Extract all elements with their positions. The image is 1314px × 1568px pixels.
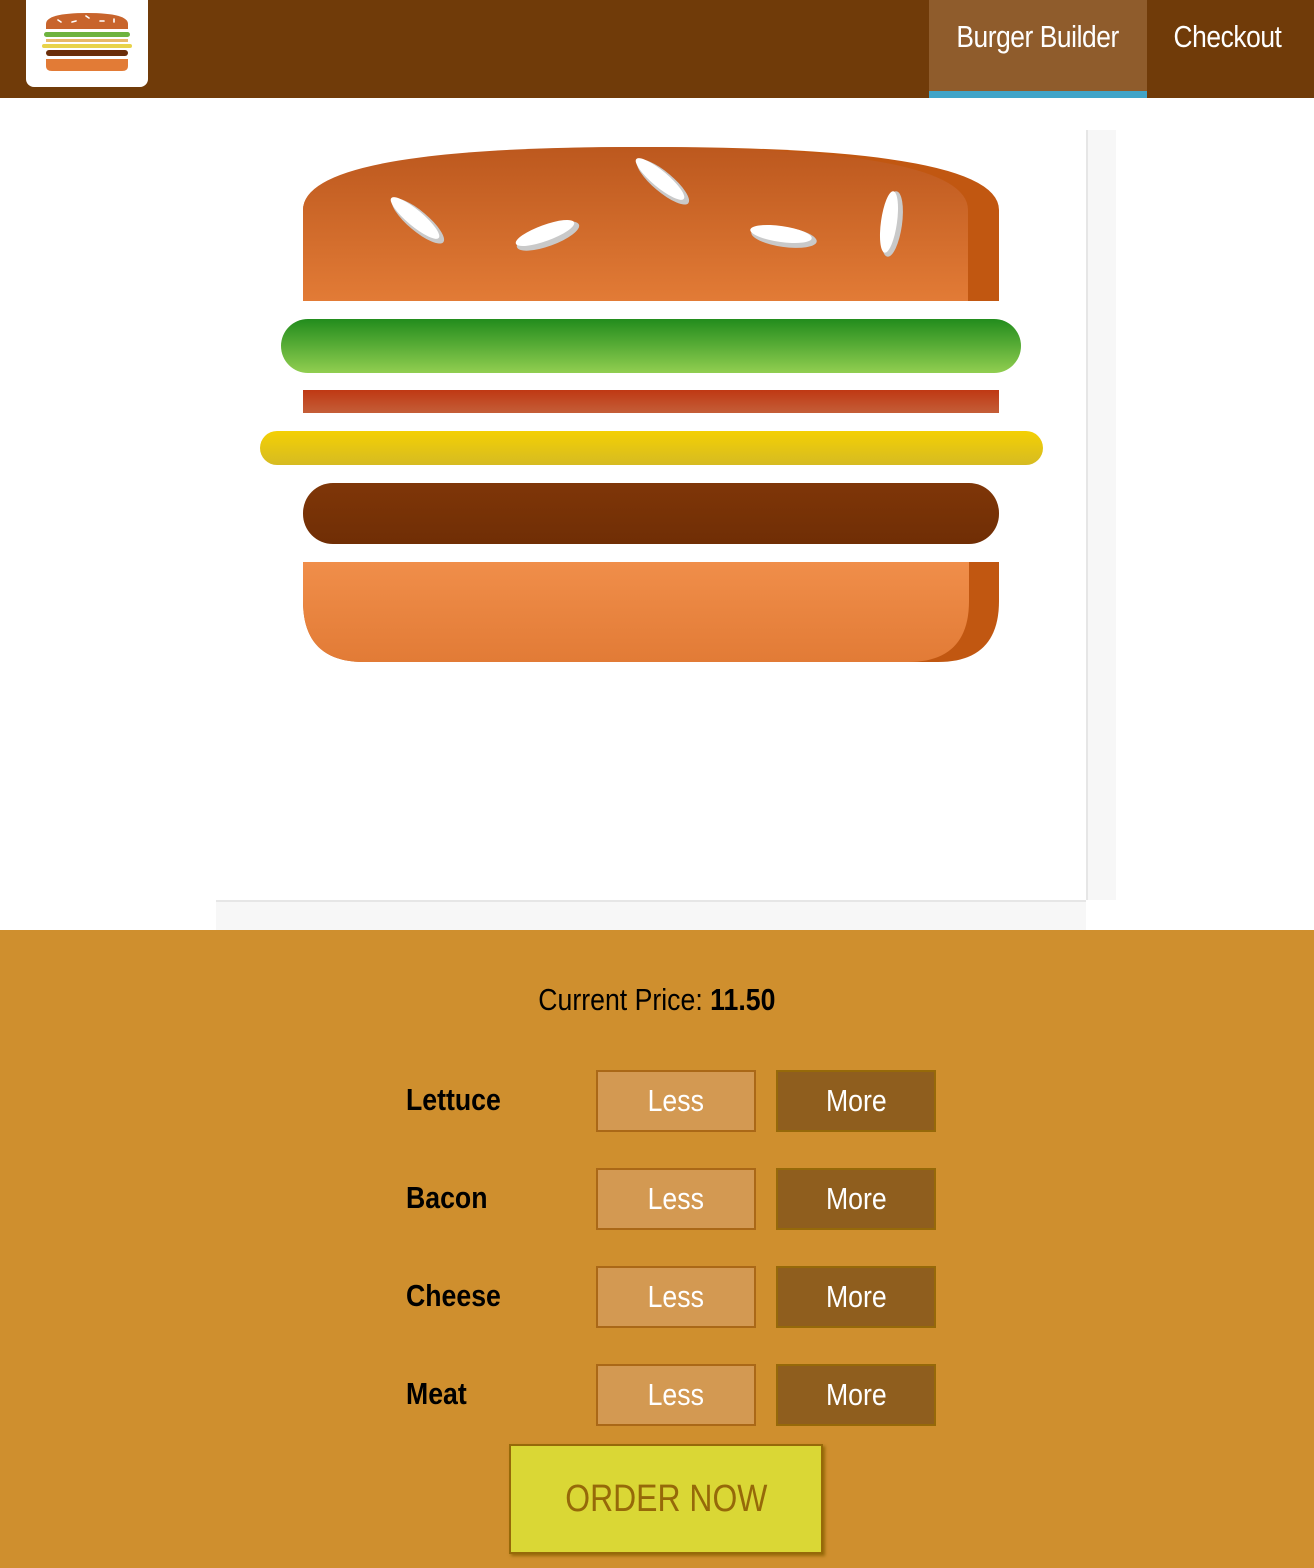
- less-cheese-button[interactable]: Less: [596, 1266, 756, 1328]
- ingredient-label: Bacon: [406, 1180, 488, 1215]
- bread-bottom: [303, 562, 999, 662]
- more-lettuce-button[interactable]: More: [776, 1070, 936, 1132]
- more-cheese-button[interactable]: More: [776, 1266, 936, 1328]
- horizontal-scrollbar[interactable]: [216, 900, 1086, 930]
- less-meat-button[interactable]: Less: [596, 1364, 756, 1426]
- vertical-scrollbar[interactable]: [1086, 130, 1116, 900]
- nav-checkout[interactable]: Checkout: [1147, 0, 1307, 98]
- toolbar: Burger Builder Checkout: [0, 0, 1314, 98]
- nav-checkout-label: Checkout: [1173, 19, 1281, 54]
- bacon-layer: [303, 390, 999, 413]
- order-now-label: ORDER NOW: [564, 1478, 768, 1520]
- control-row-bacon: Bacon Less More: [0, 1168, 1314, 1230]
- price-label: Current Price:: [538, 982, 711, 1017]
- control-row-cheese: Cheese Less More: [0, 1266, 1314, 1328]
- ingredient-label: Cheese: [406, 1278, 501, 1313]
- nav-burger-builder[interactable]: Burger Builder: [929, 0, 1147, 98]
- nav-burger-builder-label: Burger Builder: [956, 19, 1120, 54]
- less-lettuce-button[interactable]: Less: [596, 1070, 756, 1132]
- more-meat-button[interactable]: More: [776, 1364, 936, 1426]
- burger-logo-icon[interactable]: [26, 0, 148, 87]
- less-bacon-button[interactable]: Less: [596, 1168, 756, 1230]
- ingredient-label: Lettuce: [406, 1082, 501, 1117]
- cheese-layer: [260, 431, 1043, 465]
- order-now-button[interactable]: ORDER NOW: [509, 1444, 823, 1554]
- current-price: Current Price: 11.50: [0, 982, 1314, 1018]
- more-bacon-button[interactable]: More: [776, 1168, 936, 1230]
- control-row-meat: Meat Less More: [0, 1364, 1314, 1426]
- meat-layer: [303, 483, 999, 544]
- price-value: 11.50: [710, 982, 776, 1017]
- control-row-lettuce: Lettuce Less More: [0, 1070, 1314, 1132]
- build-controls: Current Price: 11.50 Lettuce Less More B…: [0, 930, 1314, 1568]
- burger-preview: [216, 130, 1086, 900]
- ingredient-label: Meat: [406, 1376, 467, 1411]
- lettuce-layer: [281, 319, 1021, 373]
- bread-top: [303, 147, 999, 301]
